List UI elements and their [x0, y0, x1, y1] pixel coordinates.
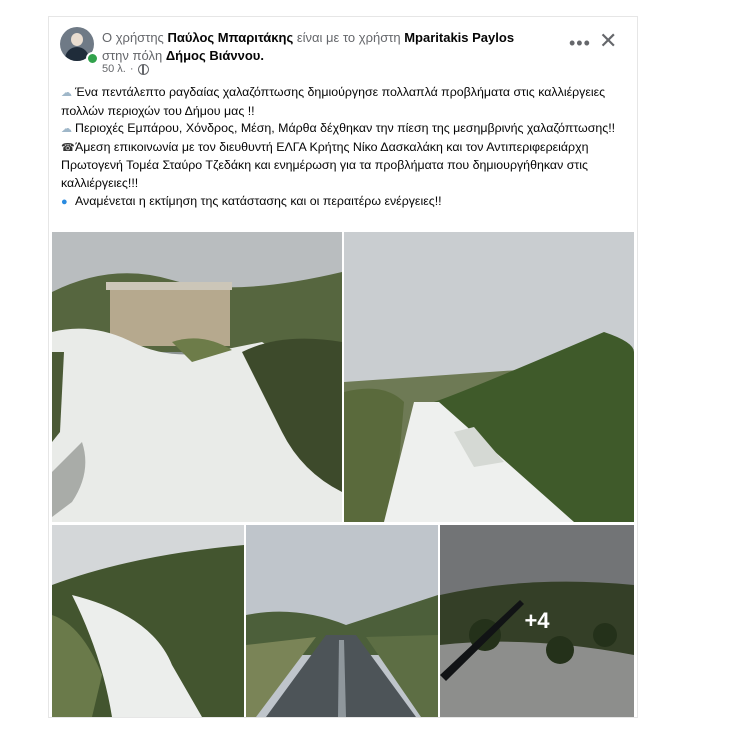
- droplet-icon: ●: [61, 195, 68, 208]
- photo-5-more[interactable]: +4: [440, 525, 634, 717]
- post-line: ☁ Ένα πεντάλεπτο ραγδαίας χαλαζόπτωσης δη…: [61, 85, 606, 118]
- photo-3[interactable]: [52, 525, 244, 717]
- post-line: ☁ Περιοχές Εμπάρου, Χόνδρος, Μέση, Μάρθα …: [61, 120, 631, 139]
- header-with-text: είναι με το χρήστη: [296, 30, 401, 45]
- photo-4[interactable]: [246, 525, 438, 717]
- online-status-icon: [86, 52, 99, 65]
- post-text: ☁ Ένα πεντάλεπτο ραγδαίας χαλαζόπτωσης δη…: [61, 84, 631, 211]
- post-meta: 50 λ. ·: [102, 63, 149, 75]
- more-photos-count: +4: [524, 608, 550, 633]
- more-icon[interactable]: •••: [569, 33, 591, 54]
- post-line: ● Αναμένεται η εκτίμηση της κατάστασης κα…: [61, 193, 631, 212]
- post-card: Ο χρήστης Παύλος Μπαριτάκης είναι με το …: [49, 17, 637, 717]
- tagged-user[interactable]: Mparitakis Paylos: [404, 30, 514, 45]
- cloud-hail-icon: ☁: [61, 123, 72, 136]
- globe-icon: [137, 63, 149, 75]
- header-in-text: στην πόλη: [102, 48, 163, 63]
- post-header: Ο χρήστης Παύλος Μπαριτάκης είναι με το …: [102, 29, 542, 65]
- phone-icon: ☎: [61, 141, 75, 154]
- more-photos-overlay: +4: [440, 525, 634, 717]
- post-line: ☎Άμεση επικοινωνία με τον διευθυντή ΕΛΓΑ…: [61, 139, 589, 190]
- cloud-hail-icon: ☁: [61, 87, 72, 99]
- photo-1[interactable]: [52, 232, 342, 522]
- place-name[interactable]: Δήμος Βιάννου.: [166, 48, 264, 63]
- author-name[interactable]: Παύλος Μπαριτάκης: [167, 30, 293, 45]
- close-icon[interactable]: ✕: [599, 30, 617, 52]
- post-time[interactable]: 50 λ.: [102, 63, 126, 75]
- header-prefix: Ο χρήστης: [102, 30, 164, 45]
- photo-2[interactable]: [344, 232, 634, 522]
